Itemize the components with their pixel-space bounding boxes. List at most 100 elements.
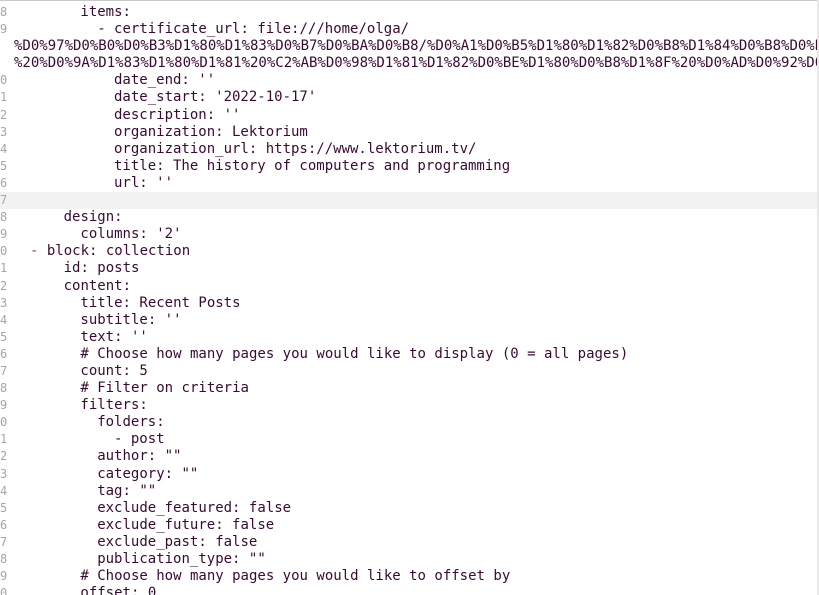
code-line[interactable]: 8 items:: [0, 4, 819, 21]
code-text: # Choose how many pages you would like t…: [80, 568, 511, 585]
code-text: count: 5: [80, 362, 148, 379]
code-text: title: Recent Posts: [80, 294, 241, 311]
code-line[interactable]: 9 - certificate_url: file:///home/olga/: [0, 21, 819, 38]
line-number: 9: [0, 227, 8, 242]
code-line[interactable]: 6 # Choose how many pages you would like …: [0, 346, 819, 363]
code-line[interactable]: 9 # Choose how many pages you would like …: [0, 568, 819, 585]
code-text: date_start: '2022-10-17': [114, 89, 317, 106]
code-line[interactable]: 1 - post: [0, 431, 819, 448]
line-number: 3: [0, 124, 8, 139]
code-text: title: The history of computers and prog…: [114, 157, 511, 174]
line-number: 2: [0, 449, 8, 464]
code-lines[interactable]: 8 items: 9 - certificate_url: file:///home/…: [0, 4, 819, 595]
line-number: 6: [0, 175, 8, 190]
code-text: offset: 0: [80, 585, 157, 595]
code-text: publication_type: "": [97, 551, 266, 567]
code-line[interactable]: 4 tag: "": [0, 483, 819, 500]
line-number: 3: [0, 466, 8, 481]
code-line[interactable]: 9 columns: '2': [0, 226, 819, 243]
code-line[interactable]: 3 category: "": [0, 466, 819, 483]
line-number: 0: [0, 586, 8, 595]
code-line[interactable]: 8 # Filter on criteria: [0, 380, 819, 397]
line-number: 7: [0, 534, 8, 549]
code-line[interactable]: 8 publication_type: "": [0, 551, 819, 568]
list-dash-marker: -: [30, 243, 47, 260]
code-line[interactable]: 7 exclude_past: false: [0, 534, 819, 551]
code-line[interactable]: 1 id: posts: [0, 260, 819, 277]
code-text: text: '': [80, 328, 148, 345]
code-text: exclude_featured: false: [97, 499, 292, 516]
code-line[interactable]: 1 date_start: '2022-10-17': [0, 89, 819, 106]
code-text: subtitle: '': [80, 311, 182, 328]
line-number: 8: [0, 381, 8, 396]
line-number: 5: [0, 158, 8, 173]
code-line[interactable]: 4 organization_url: https://www.lektorium…: [0, 141, 819, 158]
code-line[interactable]: 5 title: The history of computers and pro…: [0, 158, 819, 175]
line-number: 8: [0, 552, 8, 566]
line-number: 2: [0, 107, 8, 122]
code-line[interactable]: 5 exclude_featured: false: [0, 500, 819, 517]
line-number: 4: [0, 141, 8, 156]
code-text: content:: [63, 277, 132, 294]
code-text: # Choose how many pages you would like t…: [80, 345, 629, 362]
line-number: 1: [0, 90, 8, 105]
code-text: organization: Lektorium: [114, 123, 308, 140]
code-text: url: '': [114, 174, 174, 191]
code-text: tag: "": [97, 482, 157, 499]
line-number: 8: [0, 5, 8, 19]
code-text: folders:: [97, 414, 165, 431]
code-text: exclude_future: false: [97, 516, 275, 533]
code-text-content: block: collection: [46, 243, 191, 260]
code-line[interactable]: 0 offset: 0: [0, 585, 819, 595]
code-text: - certificate_url: file:///home/olga/: [97, 21, 410, 38]
line-number: 7: [0, 193, 8, 208]
code-text: date_end: '': [114, 72, 216, 89]
code-line[interactable]: 6 url: '': [0, 175, 819, 192]
line-number: 1: [0, 261, 8, 276]
code-text: author: "": [97, 448, 182, 465]
editor-top-border: [0, 0, 819, 1]
code-text: # Filter on criteria: [80, 380, 249, 397]
code-line[interactable]: %D0%97%D0%B0%D0%B3%D1%80%D1%83%D0%B7%D0%…: [0, 38, 819, 55]
code-text-wrapped: %D0%97%D0%B0%D0%B3%D1%80%D1%83%D0%B7%D0%…: [14, 38, 819, 55]
line-number: 9: [0, 398, 8, 413]
code-line[interactable]: 0 folders:: [0, 414, 819, 431]
text-editor[interactable]: 8 items: 9 - certificate_url: file:///home/…: [0, 0, 819, 595]
line-number: 4: [0, 312, 8, 327]
code-text: filters:: [80, 397, 148, 414]
line-number: 1: [0, 432, 8, 447]
code-line[interactable]: 7 count: 5: [0, 363, 819, 380]
line-number: 0: [0, 73, 8, 88]
code-line[interactable]: %20%D0%9A%D1%83%D1%80%D1%81%20%C2%AB%D0%…: [0, 55, 819, 72]
code-line[interactable]: 9 filters:: [0, 397, 819, 414]
code-text: - block: collection: [30, 243, 190, 260]
code-text: organization_url: https://www.lektorium.…: [114, 140, 477, 157]
line-number: 6: [0, 517, 8, 532]
code-text: description: '': [114, 106, 241, 123]
code-text: exclude_past: false: [97, 533, 258, 550]
code-line[interactable]: 7: [0, 192, 819, 210]
code-line[interactable]: 2 author: "": [0, 448, 819, 465]
code-text: design:: [63, 209, 123, 226]
code-line[interactable]: 8 design:: [0, 209, 819, 226]
code-line[interactable]: 6 exclude_future: false: [0, 517, 819, 534]
code-line[interactable]: 4 subtitle: '': [0, 312, 819, 329]
line-number: 9: [0, 22, 8, 37]
code-text: category: "": [97, 465, 199, 482]
line-number: 4: [0, 483, 8, 498]
code-line[interactable]: 2 description: '': [0, 107, 819, 124]
code-line[interactable]: 3 organization: Lektorium: [0, 124, 819, 141]
code-text: id: posts: [63, 260, 140, 277]
line-number: 8: [0, 210, 8, 225]
line-number: 5: [0, 500, 8, 515]
code-text: columns: '2': [80, 226, 182, 243]
code-line[interactable]: 2 content:: [0, 278, 819, 295]
line-number: 3: [0, 295, 8, 310]
code-line[interactable]: 5 text: '': [0, 329, 819, 346]
line-number: 5: [0, 329, 8, 344]
code-line[interactable]: 3 title: Recent Posts: [0, 295, 819, 312]
code-text-wrapped: %20%D0%9A%D1%83%D1%80%D1%81%20%C2%AB%D0%…: [14, 55, 819, 72]
code-line[interactable]: 0 - block: collection: [0, 243, 819, 260]
code-text: - post: [114, 431, 165, 448]
code-line[interactable]: 0 date_end: '': [0, 72, 819, 89]
